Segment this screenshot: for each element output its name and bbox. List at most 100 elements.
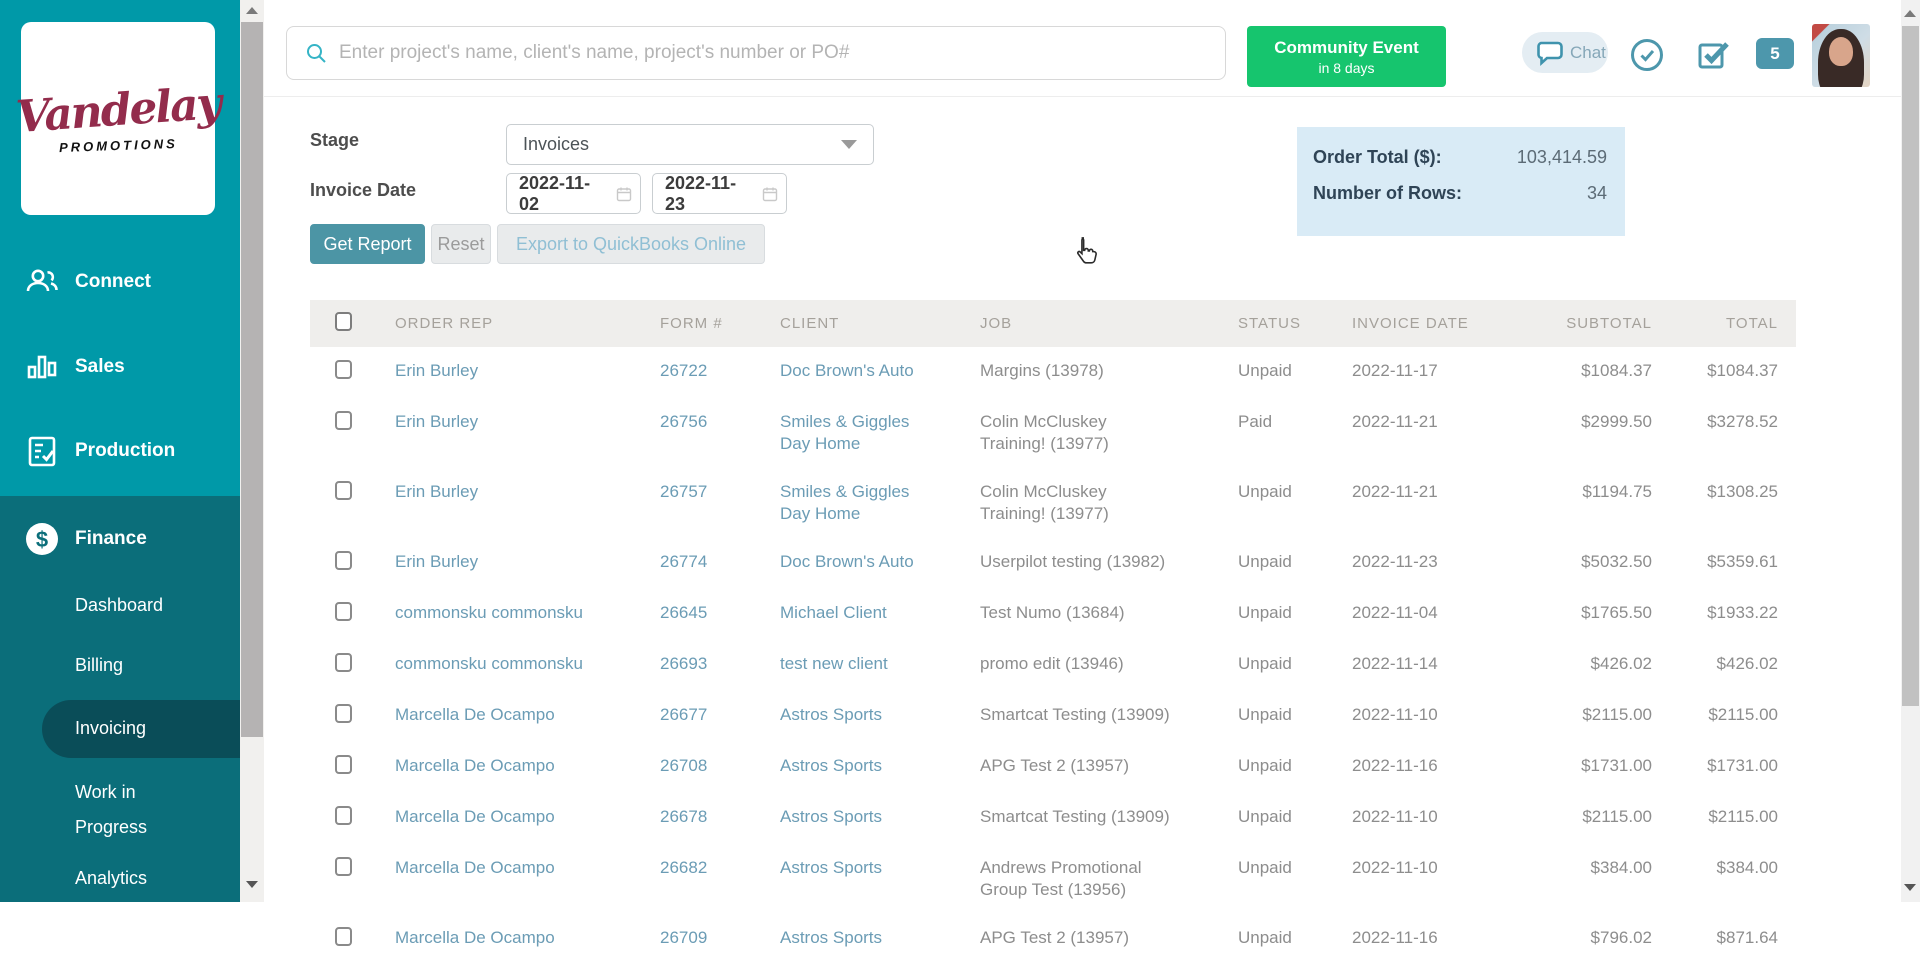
client-link[interactable]: Astros Sports <box>780 756 882 775</box>
invoice-date-cell: 2022-11-10 <box>1352 807 1438 826</box>
client-link[interactable]: Astros Sports <box>780 928 882 947</box>
column-header-subtotal[interactable]: SUBTOTAL <box>1522 300 1652 347</box>
form-number-link[interactable]: 26722 <box>660 361 707 380</box>
row-checkbox[interactable] <box>335 704 352 723</box>
column-header-total[interactable]: TOTAL <box>1652 300 1796 347</box>
table-row: Erin Burley 26757 Smiles & Giggles Day Hom… <box>310 468 1796 538</box>
invoice-date-cell: 2022-11-16 <box>1352 928 1438 947</box>
form-number-link[interactable]: 26682 <box>660 858 707 877</box>
row-checkbox[interactable] <box>335 653 352 672</box>
select-all-checkbox[interactable] <box>335 312 352 331</box>
sidebar-item-analytics[interactable]: Analytics <box>75 868 147 889</box>
invoice-date-cell: 2022-11-10 <box>1352 705 1438 724</box>
row-checkbox[interactable] <box>335 360 352 379</box>
job-cell: promo edit (13946) <box>980 654 1124 673</box>
sidebar-item-sales[interactable]: Sales <box>0 343 240 391</box>
order-rep-link[interactable]: Marcella De Ocampo <box>395 928 555 947</box>
form-number-cell: 26722 <box>645 347 765 398</box>
order-rep-link[interactable]: commonsku commonsku <box>395 603 583 622</box>
order-rep-link[interactable]: Marcella De Ocampo <box>395 807 555 826</box>
order-rep-link[interactable]: Marcella De Ocampo <box>395 756 555 775</box>
client-link[interactable]: Doc Brown's Auto <box>780 552 914 571</box>
form-number-link[interactable]: 26693 <box>660 654 707 673</box>
report-summary-box: Order Total ($): 103,414.59 Number of Ro… <box>1297 127 1625 236</box>
order-rep-link[interactable]: Marcella De Ocampo <box>395 858 555 877</box>
order-rep-link[interactable]: Erin Burley <box>395 412 478 431</box>
page-scrollbar-right[interactable] <box>1901 0 1920 902</box>
row-checkbox[interactable] <box>335 551 352 570</box>
column-header-client[interactable]: CLIENT <box>765 300 965 347</box>
client-link[interactable]: Michael Client <box>780 603 887 622</box>
column-header-job[interactable]: JOB <box>965 300 1223 347</box>
notification-count: 5 <box>1770 43 1780 63</box>
row-checkbox[interactable] <box>335 411 352 430</box>
scroll-up-arrow-icon[interactable] <box>1904 10 1916 17</box>
scroll-down-arrow-icon[interactable] <box>1904 884 1916 891</box>
form-number-cell: 26756 <box>645 398 765 468</box>
column-header-date[interactable]: INVOICE DATE <box>1337 300 1522 347</box>
job-cell: Smartcat Testing (13909) <box>980 807 1170 826</box>
sidebar-item-billing[interactable]: Billing <box>75 655 123 676</box>
user-avatar[interactable] <box>1812 24 1870 87</box>
table-row: Marcella De Ocampo 26708 Astros Sports APG … <box>310 742 1796 793</box>
row-checkbox[interactable] <box>335 755 352 774</box>
sidebar-item-dashboard[interactable]: Dashboard <box>75 595 163 616</box>
get-report-button[interactable]: Get Report <box>310 224 425 264</box>
row-checkbox[interactable] <box>335 857 352 876</box>
order-rep-link[interactable]: commonsku commonsku <box>395 654 583 673</box>
project-search[interactable] <box>286 26 1226 80</box>
invoice-date-to-input[interactable]: 2022-11-23 <box>652 173 787 214</box>
search-input[interactable] <box>339 42 1199 64</box>
form-number-link[interactable]: 26709 <box>660 928 707 947</box>
sidebar-item-finance[interactable]: $ Finance <box>0 515 240 563</box>
tasks-icon[interactable] <box>1696 38 1730 77</box>
table-row: Marcella De Ocampo 26682 Astros Sports Andr… <box>310 844 1796 914</box>
scrollbar-thumb[interactable] <box>241 22 263 737</box>
form-number-link[interactable]: 26677 <box>660 705 707 724</box>
form-number-link[interactable]: 26708 <box>660 756 707 775</box>
scrollbar-thumb[interactable] <box>1902 26 1919 706</box>
row-checkbox[interactable] <box>335 481 352 500</box>
form-number-link[interactable]: 26678 <box>660 807 707 826</box>
sidebar-item-production[interactable]: Production <box>0 427 240 475</box>
chat-bubble-icon <box>1536 39 1566 67</box>
sidebar-item-invoicing[interactable]: Invoicing <box>75 718 146 739</box>
sidebar-item-work-in-progress[interactable]: Work in Progress <box>75 775 205 845</box>
form-number-link[interactable]: 26645 <box>660 603 707 622</box>
invoice-date-from-input[interactable]: 2022-11-02 <box>506 173 641 214</box>
order-rep-link[interactable]: Erin Burley <box>395 361 478 380</box>
row-checkbox[interactable] <box>335 927 352 946</box>
company-logo[interactable]: Vandelay PROMOTIONS <box>14 22 222 215</box>
client-link[interactable]: Astros Sports <box>780 807 882 826</box>
column-header-rep[interactable]: ORDER REP <box>380 300 645 347</box>
form-number-link[interactable]: 26774 <box>660 552 707 571</box>
client-link[interactable]: Astros Sports <box>780 705 882 724</box>
order-rep-link[interactable]: Erin Burley <box>395 552 478 571</box>
form-number-link[interactable]: 26756 <box>660 412 707 431</box>
client-cell: Astros Sports <box>765 844 965 914</box>
row-checkbox[interactable] <box>335 806 352 825</box>
clock-icon[interactable] <box>1630 38 1664 77</box>
client-link[interactable]: Smiles & Giggles Day Home <box>780 482 909 523</box>
client-link[interactable]: test new client <box>780 654 888 673</box>
order-rep-link[interactable]: Erin Burley <box>395 482 478 501</box>
export-quickbooks-button[interactable]: Export to QuickBooks Online <box>497 224 765 264</box>
notification-badge[interactable]: 5 <box>1756 38 1794 69</box>
scroll-up-arrow-icon[interactable] <box>246 7 258 14</box>
column-header-form[interactable]: FORM # <box>645 300 765 347</box>
row-checkbox[interactable] <box>335 602 352 621</box>
client-link[interactable]: Doc Brown's Auto <box>780 361 914 380</box>
content-scrollbar-left[interactable] <box>240 0 264 902</box>
table-row: commonsku commonsku 26693 test new client p… <box>310 640 1796 691</box>
community-event-button[interactable]: Community Event in 8 days <box>1247 26 1446 87</box>
column-header-status[interactable]: STATUS <box>1223 300 1337 347</box>
order-rep-link[interactable]: Marcella De Ocampo <box>395 705 555 724</box>
stage-dropdown[interactable]: Invoices <box>506 124 874 165</box>
scroll-down-arrow-icon[interactable] <box>246 881 258 888</box>
chat-button[interactable]: Chat <box>1522 32 1608 73</box>
form-number-link[interactable]: 26757 <box>660 482 707 501</box>
sidebar-item-connect[interactable]: Connect <box>0 258 240 306</box>
client-link[interactable]: Astros Sports <box>780 858 882 877</box>
reset-button[interactable]: Reset <box>431 224 491 264</box>
client-link[interactable]: Smiles & Giggles Day Home <box>780 412 909 453</box>
